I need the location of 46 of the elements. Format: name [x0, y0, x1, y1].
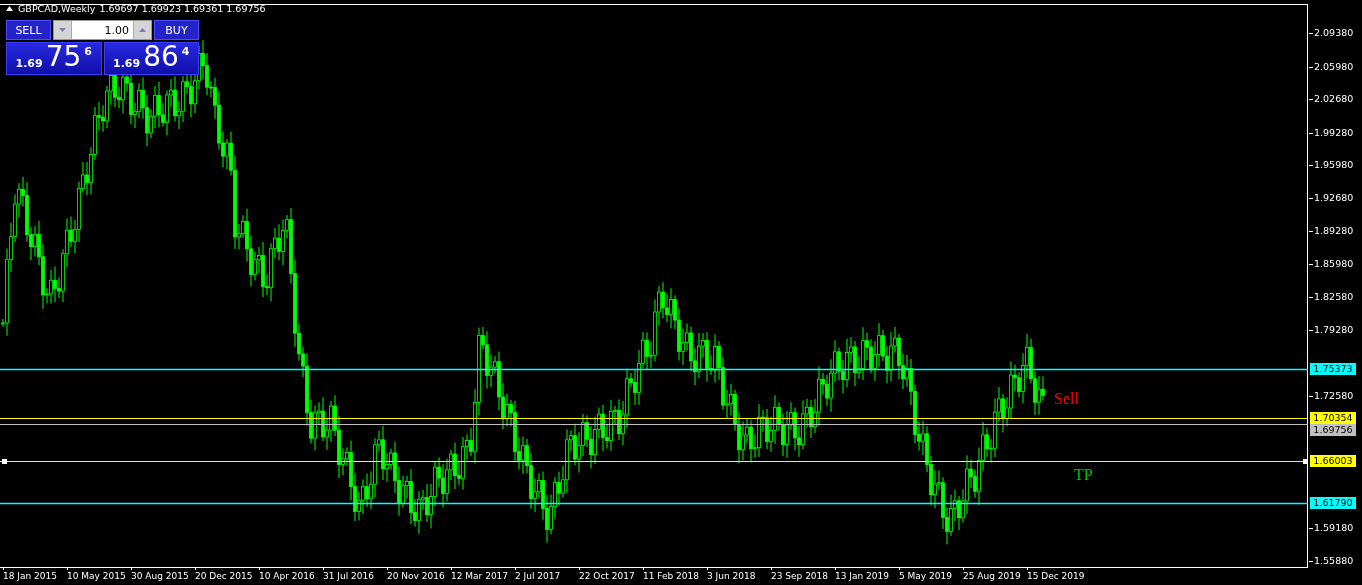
time-axis-label: 31 Jul 2016	[323, 567, 387, 583]
time-axis-label: 5 May 2019	[899, 567, 963, 583]
price-axis-label: 1.82580	[1309, 290, 1354, 305]
collapse-icon[interactable]	[6, 6, 13, 11]
price-label: 1.69756	[1310, 424, 1356, 436]
time-axis-label: 10 May 2015	[67, 567, 131, 583]
buy-button[interactable]: BUY	[154, 20, 199, 40]
time-axis-label: 3 Jun 2018	[707, 567, 771, 583]
ohlc-values: 1.69697 1.69923 1.69361 1.69756	[99, 3, 266, 14]
price-label: 1.75373	[1310, 363, 1356, 375]
price-axis-label: 1.89280	[1309, 224, 1354, 239]
time-axis-label: 12 Mar 2017	[451, 567, 515, 583]
price-axis-label: 2.05980	[1309, 59, 1354, 74]
price-axis-label: 1.59180	[1309, 521, 1354, 536]
time-axis-label: 20 Dec 2015	[195, 567, 259, 583]
price-axis-label: 1.79280	[1309, 323, 1354, 338]
price-label: 1.70354	[1310, 412, 1356, 424]
price-axis-label: 2.02680	[1309, 92, 1354, 107]
chart-note[interactable]: Sell	[1054, 390, 1079, 408]
price-label: 1.66003	[1310, 455, 1356, 467]
chart-note[interactable]: TP	[1074, 466, 1093, 484]
time-axis-label: 25 Aug 2019	[963, 567, 1027, 583]
price-line[interactable]	[0, 502, 1309, 505]
time-axis-label: 11 Feb 2018	[643, 567, 707, 583]
time-axis-label: 22 Oct 2017	[579, 567, 643, 583]
price-axis-label: 2.09380	[1309, 26, 1354, 40]
price-axis-label: 1.92680	[1309, 190, 1354, 205]
chart-symbol: GBPCAD,Weekly	[18, 3, 96, 14]
time-axis-label: 20 Nov 2016	[387, 567, 451, 583]
price-axis-label: 1.72580	[1309, 389, 1354, 404]
line-handle[interactable]	[1303, 459, 1308, 464]
price-axis-label: 1.95980	[1309, 158, 1354, 173]
sell-button[interactable]: SELL	[6, 20, 51, 40]
time-axis-label: 18 Jan 2015	[3, 567, 67, 583]
price-axis-label: 1.85980	[1309, 256, 1354, 271]
time-axis-label: 10 Apr 2016	[259, 567, 323, 583]
price-axis-label: 1.55880	[1309, 554, 1354, 568]
time-axis-label: 13 Jan 2019	[835, 567, 899, 583]
price-axis-label: 1.99280	[1309, 125, 1354, 140]
line-handle[interactable]	[2, 459, 7, 464]
price-line[interactable]	[0, 368, 1309, 371]
time-axis-label: 23 Sep 2018	[771, 567, 835, 583]
time-axis-label: 2 Jul 2017	[515, 567, 579, 583]
time-axis-label: 15 Dec 2019	[1027, 567, 1091, 583]
time-axis-label: 30 Aug 2015	[131, 567, 195, 583]
price-label: 1.61790	[1310, 497, 1356, 509]
